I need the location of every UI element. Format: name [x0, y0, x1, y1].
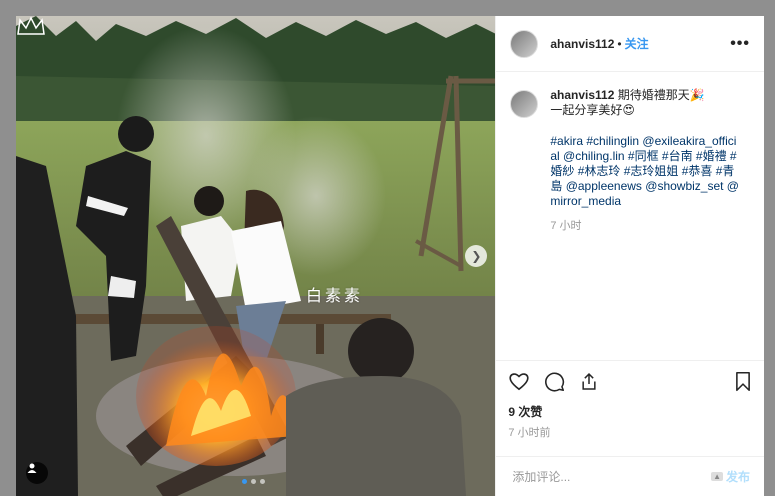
- carousel-dot: [251, 479, 256, 484]
- caption-time: 7 小时: [550, 220, 582, 232]
- header-username[interactable]: ahanvis112: [550, 37, 614, 51]
- caption-username[interactable]: ahanvis112: [550, 88, 614, 102]
- header-separator: •: [617, 36, 622, 51]
- post-actions: 9 次赞 7 小时前: [496, 360, 764, 456]
- like-button[interactable]: [508, 371, 530, 391]
- follow-button[interactable]: 关注: [625, 35, 649, 52]
- user-tag-button[interactable]: [26, 462, 48, 484]
- spinner-icon: ▲: [711, 472, 723, 481]
- crown-icon: [17, 16, 45, 35]
- post-timestamp: 7 小时前: [508, 427, 551, 439]
- save-button[interactable]: [734, 371, 752, 392]
- caption-line2: 一起分享美好😍: [550, 103, 635, 117]
- comment-button[interactable]: [544, 371, 565, 392]
- share-icon: [582, 372, 596, 390]
- caption-text: 期待婚禮那天🎉: [617, 88, 705, 102]
- action-icons: [508, 369, 752, 393]
- photo-watermark: 白素素: [306, 286, 364, 305]
- likes-count[interactable]: 9 次赞: [508, 403, 752, 420]
- post-side-panel: ahanvis112 • 关注 ••• ahanvis112 期待婚禮那天🎉 一…: [495, 16, 764, 496]
- comment-input[interactable]: [510, 468, 712, 485]
- bookmark-icon: [736, 371, 750, 391]
- caption-row: ahanvis112 期待婚禮那天🎉 一起分享美好😍 #akira #chili…: [510, 88, 750, 234]
- post-photo[interactable]: 白素素 ❯: [16, 16, 496, 496]
- caption: ahanvis112 期待婚禮那天🎉 一起分享美好😍 #akira #chili…: [550, 88, 740, 234]
- heart-icon: [509, 373, 529, 391]
- publish-button[interactable]: ▲ 发布: [711, 468, 750, 485]
- avatar[interactable]: [510, 90, 539, 118]
- carousel-dot: [242, 479, 247, 484]
- more-options-icon[interactable]: •••: [730, 35, 750, 53]
- caption-hashtags[interactable]: #akira #chilinglin @exileakira_official …: [550, 134, 740, 209]
- carousel-dots: [242, 479, 265, 484]
- comment-icon: [545, 372, 565, 392]
- comments-section: ahanvis112 期待婚禮那天🎉 一起分享美好😍 #akira #chili…: [496, 72, 764, 360]
- photo-scene: [16, 16, 496, 496]
- post-header: ahanvis112 • 关注 •••: [496, 16, 764, 72]
- share-button[interactable]: [579, 371, 599, 392]
- publish-label: 发布: [725, 470, 750, 484]
- user-tag-icon: [27, 463, 37, 473]
- avatar[interactable]: [510, 29, 539, 58]
- carousel-dot: [260, 479, 265, 484]
- comment-box: ▲ 发布: [496, 456, 764, 496]
- post-modal: 白素素 ❯ ahanvis112 • 关注 ••• ahanvis112 期待婚…: [16, 16, 764, 496]
- chevron-right-icon: ❯: [471, 249, 482, 263]
